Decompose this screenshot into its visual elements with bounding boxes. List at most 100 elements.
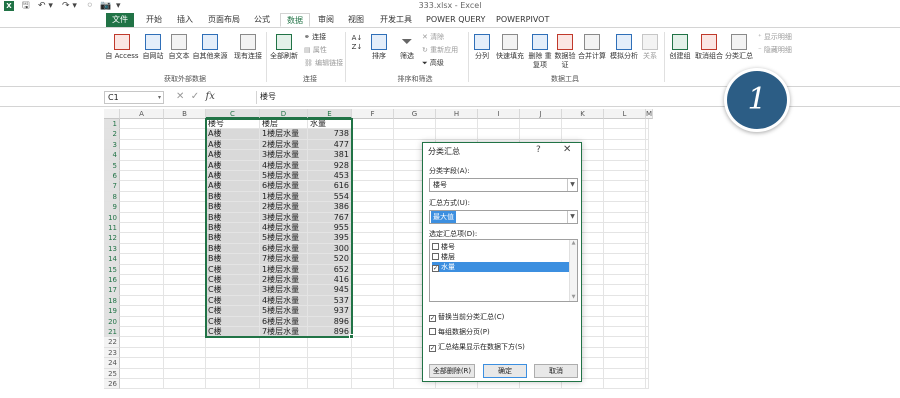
column-header[interactable]: J [520,109,562,119]
scroll-up-icon[interactable]: ▲ [570,240,577,246]
empty-cell[interactable] [646,368,649,379]
empty-cell[interactable] [164,119,206,130]
empty-cell[interactable] [164,202,206,213]
empty-cell[interactable] [308,379,352,390]
empty-cell[interactable] [604,347,646,359]
empty-cell[interactable] [646,233,649,244]
data-validation-button[interactable]: 数据验 证 [553,34,577,70]
empty-cell[interactable] [604,223,646,234]
close-icon[interactable]: ✕ [563,144,571,155]
properties-button[interactable]: ▤ 属性 [304,46,327,55]
tab-developer[interactable]: 开发工具 [374,13,418,27]
empty-cell[interactable] [352,191,394,203]
show-detail-button[interactable]: ⁺ 显示明细 [758,33,792,42]
empty-cell[interactable] [604,254,646,265]
empty-cell[interactable] [120,295,164,307]
empty-cell[interactable] [352,347,394,359]
tab-page-layout[interactable]: 页面布局 [202,13,246,27]
row-header[interactable]: 8 [104,191,120,203]
checkbox-checked[interactable]: ✓ [429,345,436,352]
empty-cell[interactable] [120,306,164,317]
empty-cell[interactable] [120,327,164,338]
empty-cell[interactable] [604,306,646,317]
column-header[interactable]: I [478,109,520,119]
empty-cell[interactable] [604,160,646,171]
empty-cell[interactable] [646,129,649,140]
empty-cell[interactable] [164,295,206,307]
empty-cell[interactable] [604,243,646,255]
remove-duplicates-button[interactable]: 删除 重复项 [528,34,552,70]
empty-cell[interactable] [520,119,562,130]
page-break-option[interactable]: 每组数据分页(P) [429,328,490,337]
subtotal-button[interactable]: 分类汇总 [725,34,753,61]
row-header[interactable]: 21 [104,327,120,338]
empty-cell[interactable] [164,254,206,265]
empty-cell[interactable] [604,119,646,130]
edit-links-button[interactable]: ⛓ 编辑链接 [304,59,343,68]
empty-cell[interactable] [120,171,164,182]
empty-cell[interactable] [206,358,260,369]
empty-cell[interactable] [352,181,394,192]
empty-cell[interactable] [120,233,164,244]
row-header[interactable]: 22 [104,337,120,348]
empty-cell[interactable] [164,379,206,390]
empty-cell[interactable] [206,337,260,348]
empty-cell[interactable] [164,129,206,140]
empty-cell[interactable] [164,368,206,379]
empty-cell[interactable] [206,347,260,359]
empty-cell[interactable] [352,264,394,275]
tab-view[interactable]: 视图 [342,13,370,27]
tab-file[interactable]: 文件 [106,13,134,27]
row-header[interactable]: 14 [104,254,120,265]
empty-cell[interactable] [646,295,649,307]
empty-cell[interactable] [308,347,352,359]
empty-cell[interactable] [604,171,646,182]
connections-button[interactable]: ⚭ 连接 [304,33,326,42]
checkbox[interactable] [432,253,439,260]
help-icon[interactable]: ? [536,145,541,155]
tab-power-query[interactable]: POWER QUERY [420,13,491,27]
column-header[interactable]: F [352,109,394,119]
empty-cell[interactable] [646,358,649,369]
clear-filter-button[interactable]: ✕ 清除 [422,33,444,42]
empty-cell[interactable] [120,202,164,213]
empty-cell[interactable] [164,160,206,171]
empty-cell[interactable] [120,285,164,296]
group-by-select[interactable]: 楼号 ▼ [429,178,578,192]
empty-cell[interactable] [164,171,206,182]
empty-cell[interactable] [120,264,164,275]
empty-cell[interactable] [352,129,394,140]
tab-home[interactable]: 开始 [140,13,168,27]
empty-cell[interactable] [352,254,394,265]
empty-cell[interactable] [646,379,649,390]
empty-cell[interactable] [120,139,164,151]
empty-cell[interactable] [164,306,206,317]
empty-cell[interactable] [604,368,646,379]
empty-cell[interactable] [352,295,394,307]
empty-cell[interactable] [562,119,604,130]
empty-cell[interactable] [352,212,394,223]
empty-cell[interactable] [352,171,394,182]
empty-cell[interactable] [352,243,394,255]
empty-cell[interactable] [646,337,649,348]
empty-cell[interactable] [164,316,206,327]
column-header[interactable]: K [562,109,604,119]
empty-cell[interactable] [394,119,436,130]
select-all-corner[interactable] [104,109,120,119]
chevron-down-icon[interactable]: ▼ [567,211,577,223]
empty-cell[interactable] [260,358,308,369]
row-header[interactable]: 15 [104,264,120,275]
empty-cell[interactable] [120,150,164,161]
tab-review[interactable]: 审阅 [312,13,340,27]
row-header[interactable]: 10 [104,212,120,223]
empty-cell[interactable] [164,337,206,348]
empty-cell[interactable] [646,139,649,151]
empty-cell[interactable] [308,337,352,348]
empty-cell[interactable] [352,223,394,234]
empty-cell[interactable] [604,212,646,223]
empty-cell[interactable] [646,285,649,296]
from-text-button[interactable]: 自文本 [166,34,192,61]
empty-cell[interactable] [120,347,164,359]
empty-cell[interactable] [164,191,206,203]
group-button[interactable]: 创建组 [668,34,692,61]
